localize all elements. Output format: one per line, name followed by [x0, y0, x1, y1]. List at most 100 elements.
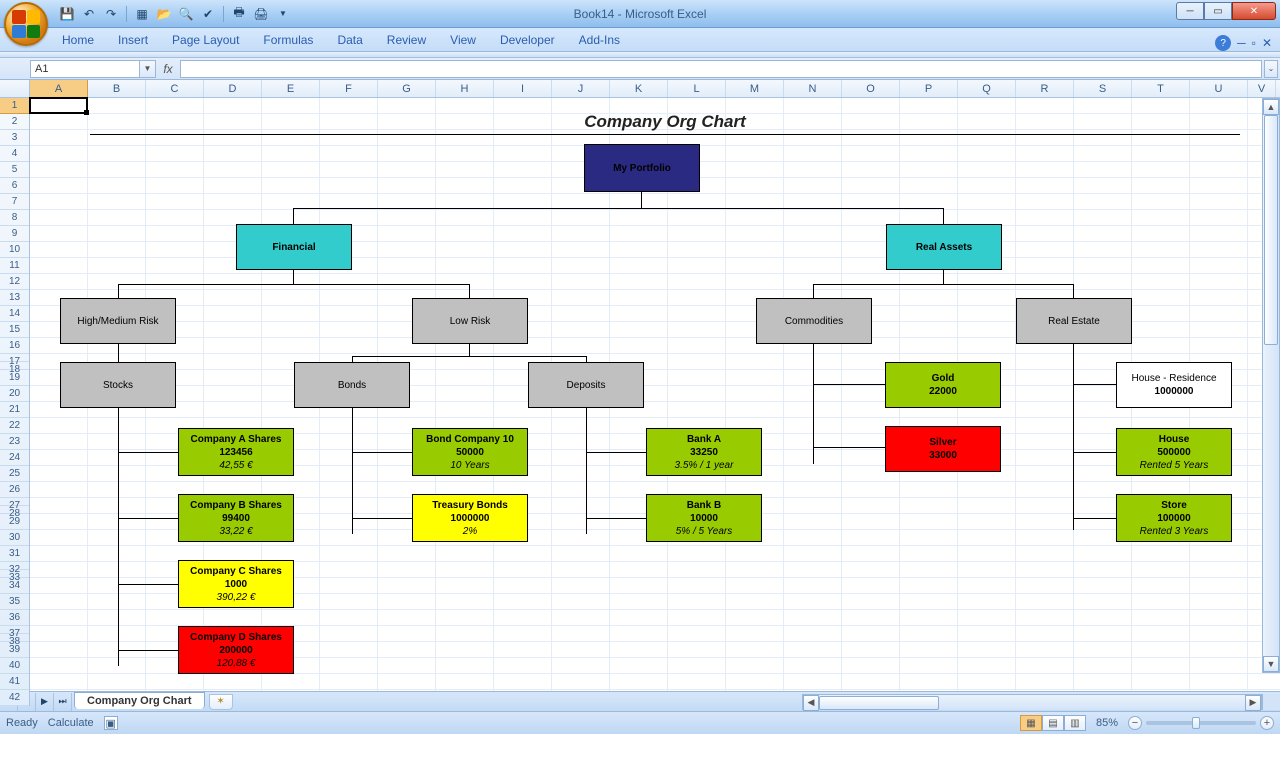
macro-record-icon[interactable]: ▣	[104, 716, 118, 730]
tab-review[interactable]: Review	[375, 29, 438, 51]
quick-print-icon[interactable]: 🖶	[230, 5, 248, 23]
col-header[interactable]: U	[1190, 80, 1248, 97]
col-header[interactable]: R	[1016, 80, 1074, 97]
minimize-ribbon-icon[interactable]: ─	[1237, 36, 1246, 50]
row-header[interactable]: 42	[0, 690, 29, 706]
row-header[interactable]: 27	[0, 498, 29, 506]
row-header[interactable]: 12	[0, 274, 29, 290]
spell-icon[interactable]: ✔	[199, 5, 217, 23]
col-header[interactable]: D	[204, 80, 262, 97]
col-header[interactable]: N	[784, 80, 842, 97]
row-header[interactable]: 37	[0, 626, 29, 634]
scroll-thumb[interactable]	[1264, 115, 1278, 345]
name-box[interactable]: A1	[30, 60, 140, 78]
row-header[interactable]: 17	[0, 354, 29, 362]
zoom-out-icon[interactable]: −	[1128, 716, 1142, 730]
last-sheet-icon[interactable]: ⏭	[54, 693, 72, 711]
col-header[interactable]: I	[494, 80, 552, 97]
row-header[interactable]: 39	[0, 642, 29, 658]
col-header[interactable]: M	[726, 80, 784, 97]
row-header[interactable]: 25	[0, 466, 29, 482]
col-header[interactable]: P	[900, 80, 958, 97]
close-workbook-icon[interactable]: ✕	[1262, 36, 1272, 50]
row-header[interactable]: 41	[0, 674, 29, 690]
sheet-tab-active[interactable]: Company Org Chart	[74, 692, 205, 709]
row-header[interactable]: 15	[0, 322, 29, 338]
row-header[interactable]: 7	[0, 194, 29, 210]
print-preview-icon[interactable]: 🔍	[177, 5, 195, 23]
col-header[interactable]: E	[262, 80, 320, 97]
tab-home[interactable]: Home	[50, 29, 106, 51]
maximize-button[interactable]: ▭	[1204, 2, 1232, 20]
row-header[interactable]: 30	[0, 530, 29, 546]
row-header[interactable]: 14	[0, 306, 29, 322]
fx-icon[interactable]: fx	[156, 62, 180, 76]
tab-formulas[interactable]: Formulas	[251, 29, 325, 51]
row-headers[interactable]: 1234567891011121314151617181920212223242…	[0, 98, 30, 706]
col-header[interactable]: Q	[958, 80, 1016, 97]
col-header[interactable]: V	[1248, 80, 1276, 97]
zoom-thumb[interactable]	[1192, 717, 1200, 729]
col-header[interactable]: B	[88, 80, 146, 97]
row-header[interactable]: 10	[0, 242, 29, 258]
minimize-button[interactable]: ─	[1176, 2, 1204, 20]
row-header[interactable]: 34	[0, 578, 29, 594]
row-header[interactable]: 9	[0, 226, 29, 242]
row-header[interactable]: 19	[0, 370, 29, 386]
tab-page-layout[interactable]: Page Layout	[160, 29, 251, 51]
row-header[interactable]: 8	[0, 210, 29, 226]
scroll-thumb[interactable]	[819, 696, 939, 710]
row-header[interactable]: 1	[0, 98, 29, 114]
col-header[interactable]: O	[842, 80, 900, 97]
cell-area[interactable]: Company Org Chart	[30, 98, 1280, 691]
tab-developer[interactable]: Developer	[488, 29, 567, 51]
col-header[interactable]: G	[378, 80, 436, 97]
row-header[interactable]: 23	[0, 434, 29, 450]
normal-view-icon[interactable]: ▦	[1020, 715, 1042, 731]
scroll-down-icon[interactable]: ▼	[1263, 656, 1279, 672]
page-layout-view-icon[interactable]: ▤	[1042, 715, 1064, 731]
row-header[interactable]: 6	[0, 178, 29, 194]
select-all-corner[interactable]	[0, 80, 30, 97]
col-header[interactable]: J	[552, 80, 610, 97]
row-header[interactable]: 2	[0, 114, 29, 130]
tab-add-ins[interactable]: Add-Ins	[567, 29, 632, 51]
vertical-scrollbar[interactable]: ▲ ▼	[1262, 98, 1280, 673]
zoom-in-icon[interactable]: +	[1260, 716, 1274, 730]
row-header[interactable]: 4	[0, 146, 29, 162]
page-break-view-icon[interactable]: ▥	[1064, 715, 1086, 731]
next-sheet-icon[interactable]: ▶	[36, 693, 54, 711]
row-header[interactable]: 13	[0, 290, 29, 306]
new-icon[interactable]: ▦	[133, 5, 151, 23]
scroll-right-icon[interactable]: ▶	[1245, 695, 1261, 711]
restore-window-icon[interactable]: ▫	[1252, 36, 1256, 50]
undo-icon[interactable]: ↶	[80, 5, 98, 23]
row-header[interactable]: 16	[0, 338, 29, 354]
row-header[interactable]: 18	[0, 362, 29, 370]
zoom-level[interactable]: 85%	[1096, 717, 1118, 729]
row-header[interactable]: 20	[0, 386, 29, 402]
row-header[interactable]: 21	[0, 402, 29, 418]
scroll-left-icon[interactable]: ◀	[803, 695, 819, 711]
col-header[interactable]: A	[30, 80, 88, 97]
close-button[interactable]: ✕	[1232, 2, 1276, 20]
row-header[interactable]: 38	[0, 634, 29, 642]
row-header[interactable]: 24	[0, 450, 29, 466]
row-header[interactable]: 22	[0, 418, 29, 434]
redo-icon[interactable]: ↷	[102, 5, 120, 23]
row-header[interactable]: 31	[0, 546, 29, 562]
name-box-dropdown-icon[interactable]: ▼	[140, 60, 156, 78]
expand-formula-bar-icon[interactable]: ⌄	[1264, 60, 1278, 78]
zoom-slider[interactable]	[1146, 721, 1256, 725]
new-sheet-icon[interactable]: ✶	[209, 694, 233, 710]
row-header[interactable]: 26	[0, 482, 29, 498]
save-icon[interactable]: 💾	[58, 5, 76, 23]
tab-insert[interactable]: Insert	[106, 29, 160, 51]
scroll-up-icon[interactable]: ▲	[1263, 99, 1279, 115]
col-header[interactable]: C	[146, 80, 204, 97]
formula-input[interactable]	[180, 60, 1262, 78]
column-headers[interactable]: A B C D E F G H I J K L M N O P Q R S T …	[0, 80, 1280, 98]
col-header[interactable]: K	[610, 80, 668, 97]
tab-data[interactable]: Data	[325, 29, 374, 51]
open-icon[interactable]: 📂	[155, 5, 173, 23]
